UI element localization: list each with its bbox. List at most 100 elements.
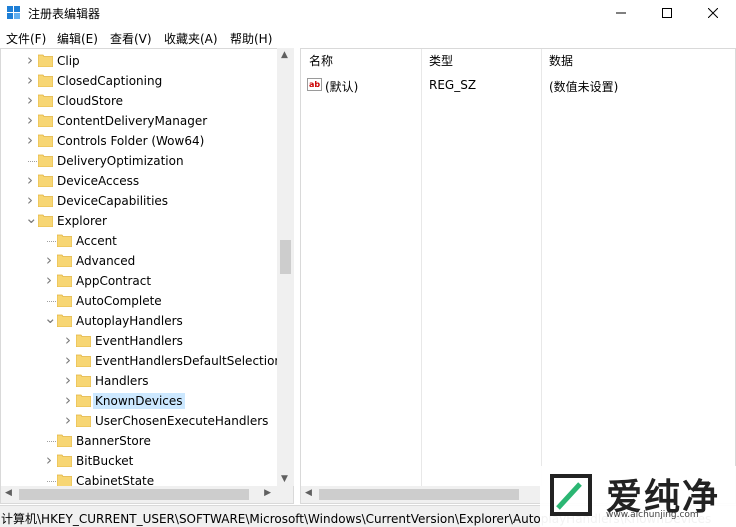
tree-item[interactable]: › KnownDevices [1,391,281,411]
expand-chevron-icon[interactable]: › [25,93,35,108]
tree-item[interactable]: › EventHandlersDefaultSelection [1,351,283,371]
folder-icon [57,314,72,327]
menu-bar: 文件(F) 编辑(E) 查看(V) 收藏夹(A) 帮助(H) [0,27,736,47]
column-header-type[interactable]: 类型 [421,49,541,73]
expand-chevron-icon[interactable]: › [25,113,35,128]
menu-view[interactable]: 查看(V) [110,30,152,47]
scroll-left-icon[interactable]: ◀ [305,488,312,498]
tree-item-label: Accent [76,234,117,248]
maximize-icon [662,8,672,18]
tree-item[interactable]: › Handlers [1,371,281,391]
tree-item[interactable]: › DeviceAccess [1,171,281,191]
scroll-left-icon[interactable]: ◀ [5,488,12,498]
scroll-thumb[interactable] [319,489,519,500]
expand-chevron-icon[interactable]: › [63,393,73,408]
watermark: 爱纯净 www.aichunjing.com [540,466,736,527]
minimize-button[interactable] [598,0,644,26]
expand-chevron-icon[interactable]: › [44,273,54,288]
expand-chevron-icon[interactable]: › [63,373,73,388]
tree-item-label: Advanced [76,254,136,268]
expand-chevron-icon[interactable]: › [44,453,54,468]
expand-chevron-icon[interactable]: › [25,133,35,148]
expand-chevron-icon[interactable]: › [25,173,35,188]
scroll-down-icon[interactable]: ▼ [281,474,288,484]
scroll-thumb[interactable] [19,489,249,500]
collapse-chevron-icon[interactable]: ⌄ [25,211,38,228]
title-bar: 注册表编辑器 [0,0,736,26]
expand-chevron-icon[interactable]: › [44,253,54,268]
expand-chevron-icon[interactable]: › [25,193,35,208]
folder-icon [38,214,53,227]
tree-item-label: Handlers [95,374,149,388]
tree-item-label: BitBucket [76,454,134,468]
tree-item[interactable]: › BitBucket [1,451,281,471]
tree-horizontal-scrollbar[interactable]: ◀ ▶ [1,486,293,503]
tree-item[interactable]: DeliveryOptimization [1,151,281,171]
scroll-up-icon[interactable]: ▲ [281,50,288,60]
expand-chevron-icon[interactable]: › [25,53,35,68]
menu-favorites[interactable]: 收藏夹(A) [164,30,218,47]
folder-icon [57,234,72,247]
value-row[interactable]: ab (默认) REG_SZ (数值未设置) [301,75,735,95]
menu-help[interactable]: 帮助(H) [230,30,272,47]
scroll-right-icon[interactable]: ▶ [264,488,271,498]
tree-item[interactable]: BannerStore [1,431,281,451]
folder-icon [38,154,53,167]
tree-item-label: DeliveryOptimization [57,154,184,168]
folder-icon [57,454,72,467]
tree-item[interactable]: › Clip [1,51,281,71]
tree-item[interactable]: › ContentDeliveryManager [1,111,281,131]
folder-icon [38,94,53,107]
tree-item[interactable]: ⌄ Explorer [1,211,281,231]
folder-icon [57,294,72,307]
menu-file[interactable]: 文件(F) [6,30,46,47]
tree-item-label: Clip [57,54,80,68]
tree-item[interactable]: › DeviceCapabilities [1,191,281,211]
watermark-logo-icon [550,474,592,516]
tree-item-label: DeviceAccess [57,174,140,188]
folder-icon [76,414,91,427]
expand-chevron-icon[interactable]: › [63,413,73,428]
tree-item[interactable]: › AppContract [1,271,281,291]
tree-item[interactable]: › EventHandlers [1,331,281,351]
folder-icon [38,134,53,147]
tree-item[interactable]: ⌄ AutoplayHandlers [1,311,281,331]
tree-item-label: AutoComplete [76,294,162,308]
expand-chevron-icon[interactable]: › [25,73,35,88]
tree-item[interactable]: › UserChosenExecuteHandlers [1,411,281,431]
column-header-data[interactable]: 数据 [541,49,731,73]
tree-vertical-scrollbar[interactable]: ▲ ▼ [277,48,294,486]
tree-item-label: UserChosenExecuteHandlers [95,414,269,428]
tree-item[interactable]: › ClosedCaptioning [1,71,281,91]
tree-item[interactable]: Accent [1,231,281,251]
tree-item[interactable]: › Controls Folder (Wow64) [1,131,281,151]
menu-edit[interactable]: 编辑(E) [57,30,98,47]
scroll-thumb[interactable] [280,240,291,274]
value-type: REG_SZ [429,78,477,92]
tree-item[interactable]: › Advanced [1,251,281,271]
value-data: (数值未设置) [549,80,619,94]
column-header-name[interactable]: 名称 [301,49,421,73]
close-icon [708,8,718,18]
folder-icon [76,394,91,407]
collapse-chevron-icon[interactable]: ⌄ [44,311,57,328]
key-tree[interactable]: › Clip › ClosedCaptioning › CloudStore › Conten… [0,48,294,504]
folder-icon [38,114,53,127]
close-button[interactable] [690,0,736,26]
folder-icon [76,374,91,387]
tree-item-label: EventHandlers [95,334,183,348]
tree-item-label: AutoplayHandlers [76,314,183,328]
tree-item[interactable]: AutoComplete [1,291,281,311]
folder-icon [57,274,72,287]
list-horizontal-scrollbar[interactable]: ◀ [301,486,545,503]
values-list[interactable]: 名称 类型 数据 ab (默认) REG_SZ (数值未设置) [300,48,736,504]
expand-chevron-icon[interactable]: › [63,353,73,368]
folder-icon [38,194,53,207]
tree-item[interactable]: › CloudStore [1,91,281,111]
maximize-button[interactable] [644,0,690,26]
window-title: 注册表编辑器 [28,7,101,21]
tree-item-label: Controls Folder (Wow64) [57,134,205,148]
expand-chevron-icon[interactable]: › [63,333,73,348]
tree-item-label: EventHandlersDefaultSelection [95,354,283,368]
minimize-icon [616,12,626,14]
